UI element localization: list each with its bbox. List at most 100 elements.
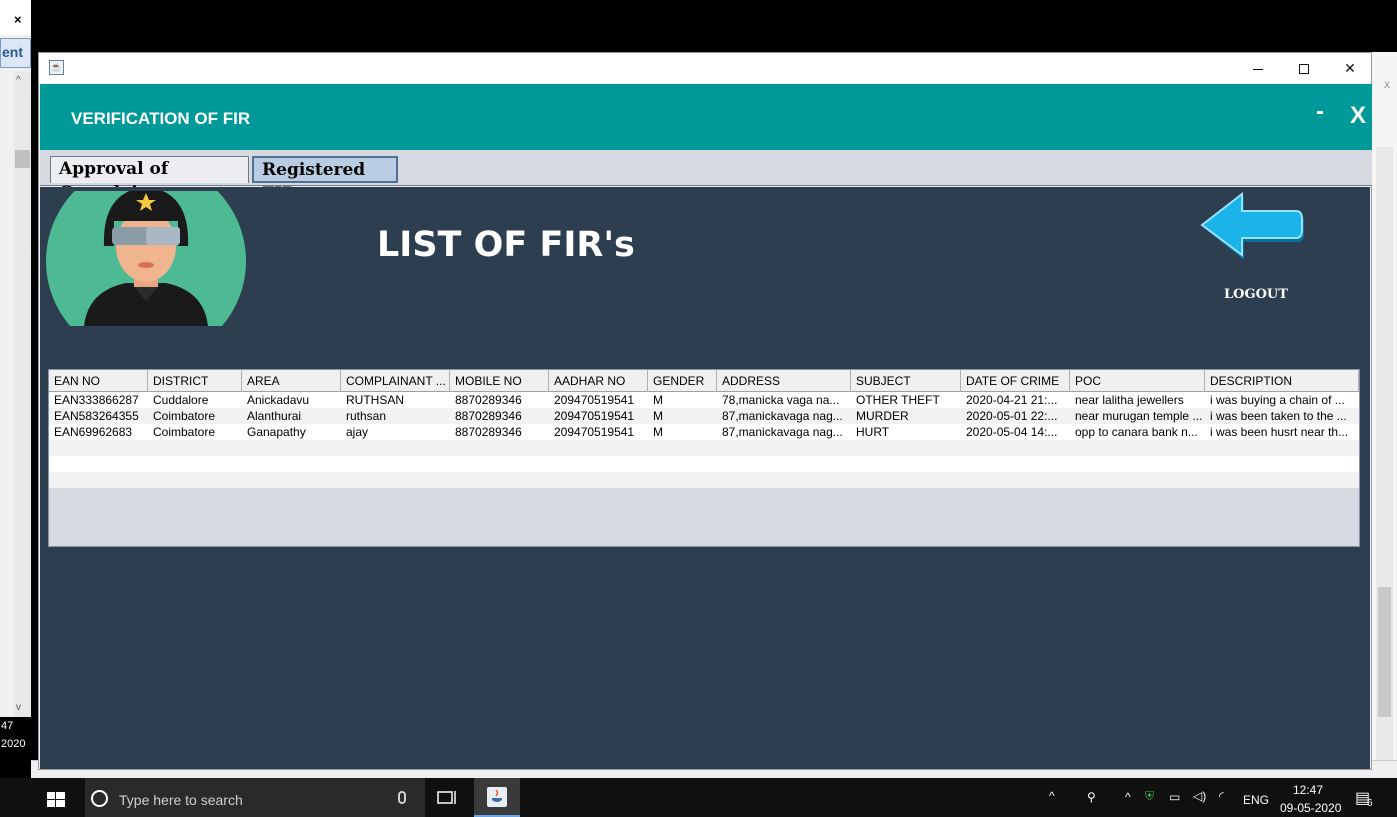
- show-hidden-icons[interactable]: ^: [1125, 790, 1131, 804]
- table-cell[interactable]: 209470519541: [549, 408, 648, 424]
- table-cell[interactable]: 8870289346: [450, 424, 549, 440]
- table-cell[interactable]: 209470519541: [549, 392, 648, 408]
- table-cell[interactable]: ajay: [341, 424, 450, 440]
- table-cell[interactable]: EAN333866287: [49, 392, 148, 408]
- table-cell[interactable]: 8870289346: [450, 392, 549, 408]
- table-cell[interactable]: Coimbatore: [148, 424, 242, 440]
- table-cell[interactable]: EAN69962683: [49, 424, 148, 440]
- cortana-icon: [91, 790, 108, 807]
- java-icon: [487, 787, 507, 807]
- table-cell[interactable]: Coimbatore: [148, 408, 242, 424]
- table-cell[interactable]: Ganapathy: [242, 424, 341, 440]
- background-close-icon[interactable]: x: [1384, 77, 1390, 91]
- fir-list-panel: LIST OF FIR's LOGOUT EAN NO DISTRICT AREA C…: [40, 187, 1370, 769]
- table-row[interactable]: [49, 472, 1359, 488]
- table-row[interactable]: [49, 456, 1359, 472]
- wifi-icon[interactable]: ◜: [1219, 789, 1224, 803]
- window-titlebar[interactable]: ☕ ✕: [39, 53, 1371, 83]
- task-view-button[interactable]: [434, 778, 460, 817]
- table-cell[interactable]: M: [648, 408, 717, 424]
- table-cell[interactable]: Anickadavu: [242, 392, 341, 408]
- background-clock-fragment: 47 2020: [0, 717, 31, 760]
- close-button[interactable]: ✕: [1327, 53, 1373, 83]
- table-cell[interactable]: MURDER: [851, 408, 961, 424]
- table-row[interactable]: EAN69962683 Coimbatore Ganapathy ajay 887028…: [49, 424, 1359, 440]
- column-header[interactable]: AREA: [242, 370, 341, 392]
- scroll-down-icon[interactable]: v: [16, 702, 21, 713]
- column-header[interactable]: EAN NO: [49, 370, 148, 392]
- scroll-icon[interactable]: ^: [1049, 789, 1055, 803]
- logout-label[interactable]: LOGOUT: [1224, 287, 1288, 302]
- table-cell[interactable]: Cuddalore: [148, 392, 242, 408]
- table-row[interactable]: [49, 440, 1359, 456]
- scroll-up-icon[interactable]: ^: [16, 75, 21, 86]
- column-header[interactable]: POC: [1070, 370, 1205, 392]
- microphone-icon[interactable]: [398, 791, 406, 804]
- volume-icon[interactable]: ◁): [1193, 789, 1206, 803]
- header-close-button[interactable]: X: [1350, 102, 1366, 130]
- clock-date[interactable]: 09-05-2020: [1280, 801, 1341, 815]
- column-header[interactable]: ADDRESS: [717, 370, 851, 392]
- table-cell[interactable]: OTHER THEFT: [851, 392, 961, 408]
- background-close[interactable]: ×: [0, 0, 31, 35]
- table-cell[interactable]: opp to canara bank n...: [1070, 424, 1205, 440]
- windows-logo-icon: [47, 792, 65, 807]
- table-row[interactable]: EAN333866287 Cuddalore Anickadavu RUTHSAN 88…: [49, 392, 1359, 408]
- table-cell[interactable]: 2020-04-21 21:...: [961, 392, 1070, 408]
- background-scrollbar[interactable]: [14, 72, 31, 717]
- column-header[interactable]: DESCRIPTION: [1205, 370, 1359, 392]
- header-minimize-button[interactable]: -: [1316, 98, 1324, 126]
- logout-arrow-icon[interactable]: [1200, 191, 1306, 264]
- taskbar-search-box[interactable]: Type here to search: [85, 778, 425, 817]
- table-cell[interactable]: RUTHSAN: [341, 392, 450, 408]
- search-placeholder: Type here to search: [119, 792, 243, 808]
- table-cell[interactable]: i was been taken to the ...: [1205, 408, 1359, 424]
- table-cell[interactable]: HURT: [851, 424, 961, 440]
- table-cell[interactable]: 78,manicka vaga na...: [717, 392, 851, 408]
- taskbar-java-app[interactable]: [474, 778, 520, 817]
- minimize-button[interactable]: [1235, 53, 1281, 83]
- java-icon: ☕: [49, 60, 64, 75]
- table-cell[interactable]: ruthsan: [341, 408, 450, 424]
- column-header[interactable]: MOBILE NO: [450, 370, 549, 392]
- background-tab[interactable]: ent: [0, 38, 31, 68]
- table-cell[interactable]: near lalitha jewellers: [1070, 392, 1205, 408]
- table-cell[interactable]: 87,manickavaga nag...: [717, 408, 851, 424]
- table-cell[interactable]: i was been husrt near th...: [1205, 424, 1359, 440]
- table-cell[interactable]: near murugan temple ...: [1070, 408, 1205, 424]
- main-window: ☕ ✕ VERIFICATION OF FIR - X Approval of …: [38, 52, 1372, 770]
- battery-icon[interactable]: ▭: [1169, 790, 1180, 804]
- column-header[interactable]: COMPLAINANT ...: [341, 370, 450, 392]
- minimize-icon: [1253, 68, 1263, 70]
- people-icon[interactable]: ⚲: [1087, 790, 1096, 804]
- language-indicator[interactable]: ENG: [1243, 793, 1269, 807]
- column-header[interactable]: SUBJECT: [851, 370, 961, 392]
- column-header[interactable]: AADHAR NO: [549, 370, 648, 392]
- table-cell[interactable]: Alanthurai: [242, 408, 341, 424]
- column-header[interactable]: GENDER: [648, 370, 717, 392]
- table-body: EAN333866287 Cuddalore Anickadavu RUTHSAN 88…: [49, 392, 1359, 488]
- table-cell[interactable]: 2020-05-04 14:...: [961, 424, 1070, 440]
- table-cell[interactable]: 8870289346: [450, 408, 549, 424]
- table-cell[interactable]: M: [648, 424, 717, 440]
- table-cell[interactable]: i was buying a chain of ...: [1205, 392, 1359, 408]
- table-row[interactable]: EAN583264355 Coimbatore Alanthurai ruthsan 8…: [49, 408, 1359, 424]
- column-header[interactable]: DISTRICT: [148, 370, 242, 392]
- background-scrollbar-right[interactable]: [1376, 147, 1393, 772]
- table-cell[interactable]: 87,manickavaga nag...: [717, 424, 851, 440]
- table-cell[interactable]: 2020-05-01 22:...: [961, 408, 1070, 424]
- security-shield-icon[interactable]: ⛨: [1145, 789, 1154, 804]
- table-cell[interactable]: 209470519541: [549, 424, 648, 440]
- system-tray: ^ ⚲ ^ ⛨ ▭ ◁) ◜ ENG 12:47 09-05-2020 ▤ 6: [1045, 778, 1397, 817]
- police-avatar-icon: [46, 191, 246, 326]
- tab-registered-fir[interactable]: Registered FIR: [252, 156, 398, 204]
- tab-approval-of-complain[interactable]: Approval of Complain: [50, 156, 249, 203]
- maximize-button[interactable]: [1281, 53, 1327, 83]
- clock-time[interactable]: 12:47: [1293, 783, 1323, 797]
- table-cell[interactable]: EAN583264355: [49, 408, 148, 424]
- tab-strip: Approval of Complain Registered FIR: [40, 150, 1372, 204]
- column-header[interactable]: DATE OF CRIME: [961, 370, 1070, 392]
- windows-start-button[interactable]: [37, 778, 85, 817]
- notification-count: 6: [1367, 798, 1373, 809]
- table-cell[interactable]: M: [648, 392, 717, 408]
